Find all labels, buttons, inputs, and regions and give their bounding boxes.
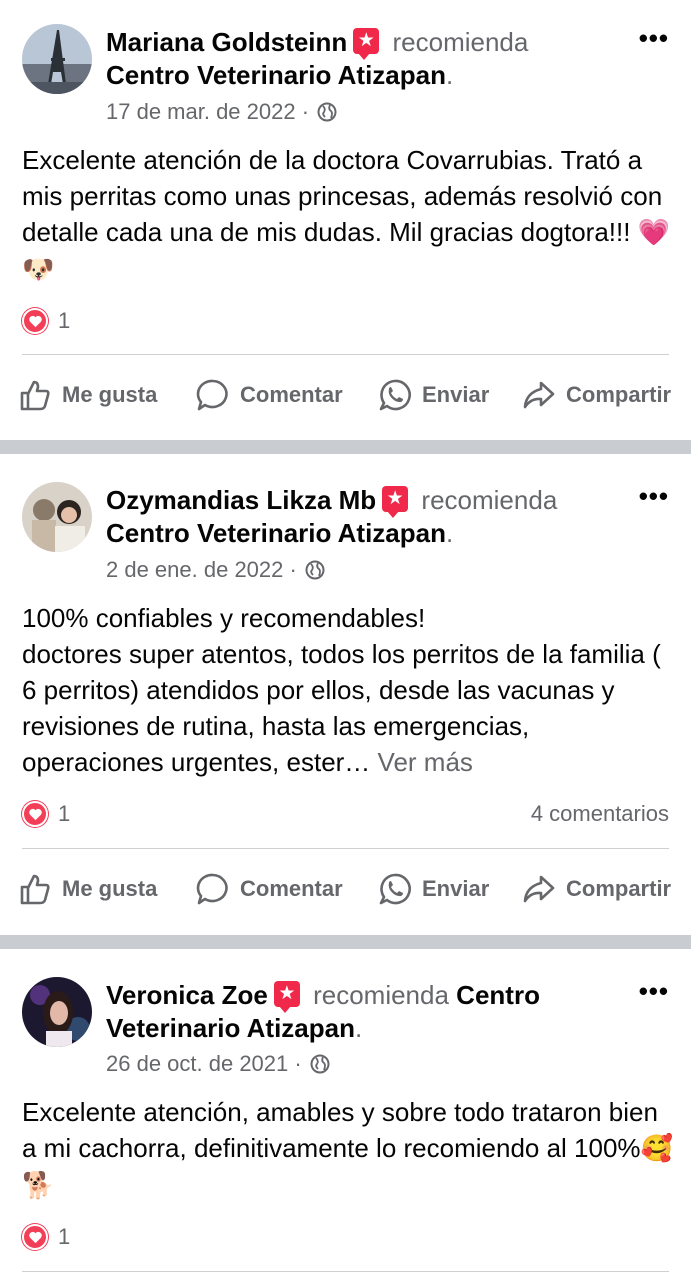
post-header: Ozymandias Likza Mb recomienda Centro Ve…	[106, 484, 621, 550]
heart-reaction-icon	[22, 308, 48, 334]
post-meta: 17 de mar. de 2022 ·	[106, 98, 337, 126]
more-options-icon[interactable]: •••	[639, 978, 669, 1004]
reaction-count: 1	[58, 1224, 71, 1249]
action-bar: Me gusta Comentar Enviar Compartir	[0, 373, 691, 417]
post-text: Excelente atención, amables y sobre todo…	[22, 1097, 673, 1201]
post-separator	[0, 935, 691, 949]
reactions-summary[interactable]: 1	[22, 308, 70, 334]
reactions-summary[interactable]: 1	[22, 801, 70, 827]
recommend-icon	[273, 981, 300, 1013]
reaction-count: 1	[58, 801, 71, 826]
comment-icon	[196, 873, 228, 905]
divider	[22, 848, 669, 849]
post-meta: 2 de ene. de 2022 ·	[106, 556, 325, 584]
share-button[interactable]: Compartir	[522, 867, 671, 911]
like-button[interactable]: Me gusta	[18, 867, 157, 911]
share-button[interactable]: Compartir	[522, 373, 671, 417]
whatsapp-icon	[379, 379, 411, 411]
author-name[interactable]: Mariana Goldsteinn	[106, 27, 347, 57]
recommend-verb: recomienda	[421, 485, 558, 515]
heart-reaction-icon	[22, 1224, 48, 1250]
divider	[22, 1271, 669, 1272]
send-button[interactable]: Enviar	[378, 867, 489, 911]
post-text: Excelente atención de la doctora Covarru…	[22, 145, 671, 285]
post-date[interactable]: 17 de mar. de 2022 ·	[106, 99, 309, 124]
page-name-link[interactable]: Centro Veterinario Atizapan	[106, 518, 446, 548]
like-icon	[20, 874, 50, 905]
see-more-link[interactable]: Ver más	[378, 747, 473, 777]
like-button[interactable]: Me gusta	[18, 373, 157, 417]
post-header: Mariana Goldsteinn recomienda Centro Vet…	[106, 26, 621, 92]
post-date[interactable]: 26 de oct. de 2021 ·	[106, 1051, 302, 1076]
comment-label: Comentar	[240, 876, 343, 901]
recommend-icon	[353, 28, 380, 60]
send-button[interactable]: Enviar	[378, 373, 489, 417]
comment-button[interactable]: Comentar	[196, 867, 343, 911]
author-avatar[interactable]	[22, 977, 92, 1047]
review-post-2: Ozymandias Likza Mb recomienda Centro Ve…	[0, 454, 691, 935]
share-label: Compartir	[566, 876, 672, 901]
post-separator	[0, 440, 691, 454]
review-post-1: Mariana Goldsteinn recomienda Centro Vet…	[0, 0, 691, 440]
share-label: Compartir	[566, 382, 672, 407]
recommend-verb: recomienda	[313, 980, 449, 1010]
author-avatar[interactable]	[22, 24, 92, 94]
share-icon	[523, 875, 555, 903]
like-label: Me gusta	[62, 876, 158, 901]
comment-label: Comentar	[240, 382, 343, 407]
comments-count[interactable]: 4 comentarios	[531, 801, 669, 827]
globe-icon	[305, 560, 325, 580]
send-label: Enviar	[422, 876, 490, 901]
like-label: Me gusta	[62, 382, 158, 407]
whatsapp-icon	[379, 873, 411, 905]
action-bar: Me gusta Comentar Enviar Compartir	[0, 867, 691, 911]
comment-icon	[196, 379, 228, 411]
author-name[interactable]: Veronica Zoe	[106, 980, 268, 1010]
reactions-summary[interactable]: 1	[22, 1224, 70, 1250]
author-name[interactable]: Ozymandias Likza Mb	[106, 485, 376, 515]
page-name-link[interactable]: Centro Veterinario Atizapan	[106, 60, 446, 90]
post-date[interactable]: 2 de ene. de 2022 ·	[106, 557, 297, 582]
like-icon	[20, 380, 50, 411]
comment-button[interactable]: Comentar	[196, 373, 343, 417]
share-icon	[523, 381, 555, 409]
post-text: 100% confiables y recomendables! doctore…	[22, 603, 661, 777]
post-header: Veronica Zoe recomienda Centro Veterinar…	[106, 979, 621, 1045]
globe-icon	[310, 1054, 330, 1074]
globe-icon	[317, 102, 337, 122]
post-meta: 26 de oct. de 2021 ·	[106, 1050, 330, 1078]
recommend-icon	[382, 486, 409, 518]
divider	[22, 354, 669, 355]
reaction-count: 1	[58, 308, 71, 333]
heart-reaction-icon	[22, 801, 48, 827]
recommend-verb: recomienda	[392, 27, 529, 57]
more-options-icon[interactable]: •••	[639, 25, 669, 51]
author-avatar[interactable]	[22, 482, 92, 552]
review-post-3: Veronica Zoe recomienda Centro Veterinar…	[0, 949, 691, 1280]
more-options-icon[interactable]: •••	[639, 483, 669, 509]
send-label: Enviar	[422, 382, 490, 407]
